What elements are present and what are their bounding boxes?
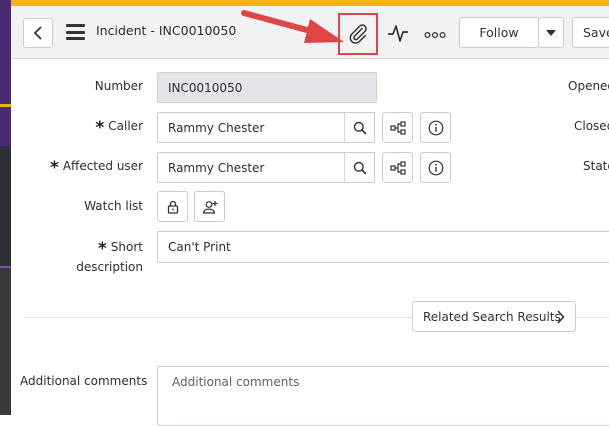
caller-lookup-button[interactable] [344,112,375,143]
follow-dropdown-button[interactable] [538,17,564,48]
short-description-input[interactable]: Can't Print [157,231,609,263]
save-button[interactable]: Save [572,17,609,48]
required-asterisk-icon: * [95,118,105,138]
chevron-right-icon [557,310,565,324]
state-label: State [583,159,609,173]
closed-label: Closed [574,119,609,133]
caller-input[interactable]: Rammy Chester [157,112,345,143]
affected-user-label: * Affected user [49,158,143,178]
related-search-results-button[interactable]: Related Search Results [412,301,576,332]
chevron-left-icon [33,26,42,40]
paperclip-icon [349,24,367,44]
hierarchy-icon [389,160,406,175]
nav-segment [0,146,11,266]
page-title: Incident - INC0010050 [96,23,237,38]
additional-comments-input[interactable]: Additional comments [157,366,609,426]
form-header: Incident - INC0010050 Follow Save [11,6,609,59]
hamburger-menu-icon[interactable] [66,24,85,40]
follow-button[interactable]: Follow [459,17,539,48]
hierarchy-icon [389,120,406,135]
watch-list-add-me-button[interactable] [194,191,225,222]
opened-label: Opened [568,79,609,93]
lock-icon [167,200,178,214]
additional-comments-label: Additional comments [20,374,148,388]
info-icon [428,160,443,175]
caller-hierarchy-button[interactable] [382,112,413,143]
number-field: INC0010050 [157,72,377,103]
affected-user-lookup-button[interactable] [344,152,375,183]
watch-list-label: Watch list [84,199,143,213]
related-search-label: Related Search Results [423,309,561,324]
required-asterisk-icon: * [49,158,59,178]
search-icon [353,121,367,135]
affected-user-info-button[interactable] [420,152,451,183]
required-asterisk-icon: * [97,239,107,259]
search-icon [353,161,367,175]
short-description-label: * Short description [76,239,143,274]
attachment-button[interactable] [338,13,378,55]
affected-user-hierarchy-button[interactable] [382,152,413,183]
caller-label: * Caller [95,118,143,138]
more-options-icon[interactable] [424,26,446,39]
watch-list-lock-button[interactable] [157,191,188,222]
info-icon [428,120,443,135]
caret-down-icon [546,29,556,36]
affected-user-input[interactable]: Rammy Chester [157,152,345,183]
number-label: Number [94,79,143,93]
left-nav-strip [0,0,11,415]
back-button[interactable] [23,18,53,48]
activity-stream-icon[interactable] [387,22,409,44]
add-user-icon [202,200,217,214]
nav-accent-mark [0,104,11,107]
caller-info-button[interactable] [420,112,451,143]
nav-segment [0,268,11,415]
